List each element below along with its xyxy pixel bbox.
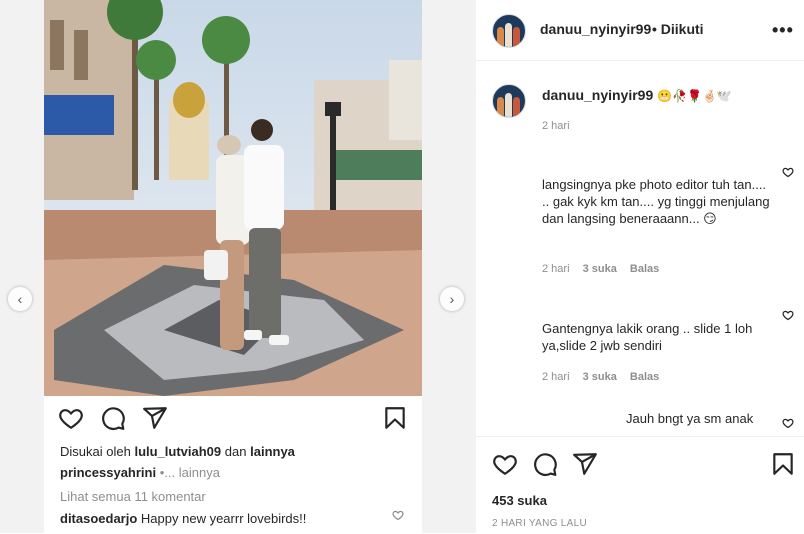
heart-icon[interactable] bbox=[392, 509, 404, 521]
heart-icon[interactable] bbox=[58, 405, 84, 431]
comment-icon[interactable] bbox=[532, 451, 558, 477]
post-timestamp[interactable]: 2 HARI YANG LALU bbox=[492, 518, 587, 529]
follow-state-label: Diikuti bbox=[660, 21, 704, 37]
caption-line: princessyahrini •... lainnya bbox=[60, 465, 220, 480]
heart-icon[interactable] bbox=[782, 417, 794, 429]
liked-by-others-link[interactable]: lainnya bbox=[250, 444, 295, 459]
caption-more-link[interactable]: •... lainnya bbox=[160, 465, 220, 480]
bookmark-icon[interactable] bbox=[770, 451, 796, 477]
more-options-icon[interactable]: ••• bbox=[772, 20, 794, 41]
post-actions-section: 453 suka 2 HARI YANG LALU bbox=[476, 436, 804, 534]
card-action-bar bbox=[44, 405, 422, 435]
comment-text: Happy new yearrr lovebirds!! bbox=[140, 511, 307, 526]
comment-meta: 2 hari 3 suka Balas bbox=[542, 263, 669, 275]
comment-likes[interactable]: 3 suka bbox=[583, 263, 617, 275]
liked-by-user-link[interactable]: lulu_lutviah09 bbox=[134, 444, 221, 459]
comment-text: langsingnya pke photo editor tuh tan....… bbox=[542, 177, 770, 226]
caption-username-link[interactable]: danuu_nyinyir99 bbox=[542, 87, 653, 103]
first-comment: ditasoedarjo Happy new yearrr lovebirds!… bbox=[60, 511, 306, 526]
view-all-comments-link[interactable]: Lihat semua 11 komentar bbox=[60, 489, 206, 504]
comment-time[interactable]: 2 hari bbox=[542, 263, 570, 275]
heart-icon[interactable] bbox=[782, 166, 794, 178]
comment-likes[interactable]: 3 suka bbox=[583, 371, 617, 383]
caption-time[interactable]: 2 hari bbox=[542, 120, 570, 132]
avatar[interactable] bbox=[492, 84, 526, 118]
comment-icon[interactable] bbox=[100, 405, 126, 431]
caption-text: 😬🥀🌹🤞🏻🕊️ bbox=[657, 89, 732, 103]
liked-by-and: dan bbox=[224, 444, 247, 459]
chevron-right-icon: › bbox=[449, 291, 455, 307]
reply-button[interactable]: Balas bbox=[630, 371, 659, 383]
comment-text: Gantengnya lakik orang .. slide 1 loh ya… bbox=[542, 321, 753, 353]
prev-photo-button[interactable]: ‹ bbox=[8, 287, 32, 311]
liked-by-line: Disukai oleh lulu_lutviah09 dan lainnya bbox=[60, 444, 295, 459]
comment-meta: 2 hari 3 suka Balas bbox=[542, 371, 669, 383]
heart-icon[interactable] bbox=[782, 309, 794, 321]
left-feed-column: ‹ › Disukai oleh lulu_lutviah09 dan lain… bbox=[0, 0, 476, 533]
next-photo-button[interactable]: › bbox=[440, 287, 464, 311]
bookmark-icon[interactable] bbox=[382, 405, 408, 431]
likes-count[interactable]: 453 suka bbox=[492, 493, 547, 508]
liked-by-prefix: Disukai oleh bbox=[60, 444, 131, 459]
post-header: danuu_nyinyir99 • Diikuti ••• bbox=[476, 0, 804, 61]
caption-username-link[interactable]: princessyahrini bbox=[60, 465, 156, 480]
caption: danuu_nyinyir99 😬🥀🌹🤞🏻🕊️ bbox=[542, 87, 732, 103]
comment-time[interactable]: 2 hari bbox=[542, 371, 570, 383]
comment-username-link[interactable]: ditasoedarjo bbox=[60, 511, 137, 526]
post-card: ‹ › Disukai oleh lulu_lutviah09 dan lain… bbox=[8, 0, 464, 533]
follow-state[interactable]: • Diikuti bbox=[652, 21, 704, 37]
send-icon[interactable] bbox=[572, 451, 598, 477]
author-username-link[interactable]: danuu_nyinyir99 bbox=[540, 21, 651, 37]
send-icon[interactable] bbox=[142, 405, 168, 431]
post-photo[interactable] bbox=[44, 0, 422, 396]
heart-icon[interactable] bbox=[492, 451, 518, 477]
avatar[interactable] bbox=[492, 14, 526, 48]
reply-button[interactable]: Balas bbox=[630, 263, 659, 275]
comment-text: Jauh bngt ya sm anak bbox=[626, 411, 754, 426]
chevron-left-icon: ‹ bbox=[17, 291, 23, 307]
post-detail-panel: danuu_nyinyir99 • Diikuti ••• danuu_nyin… bbox=[476, 0, 804, 534]
